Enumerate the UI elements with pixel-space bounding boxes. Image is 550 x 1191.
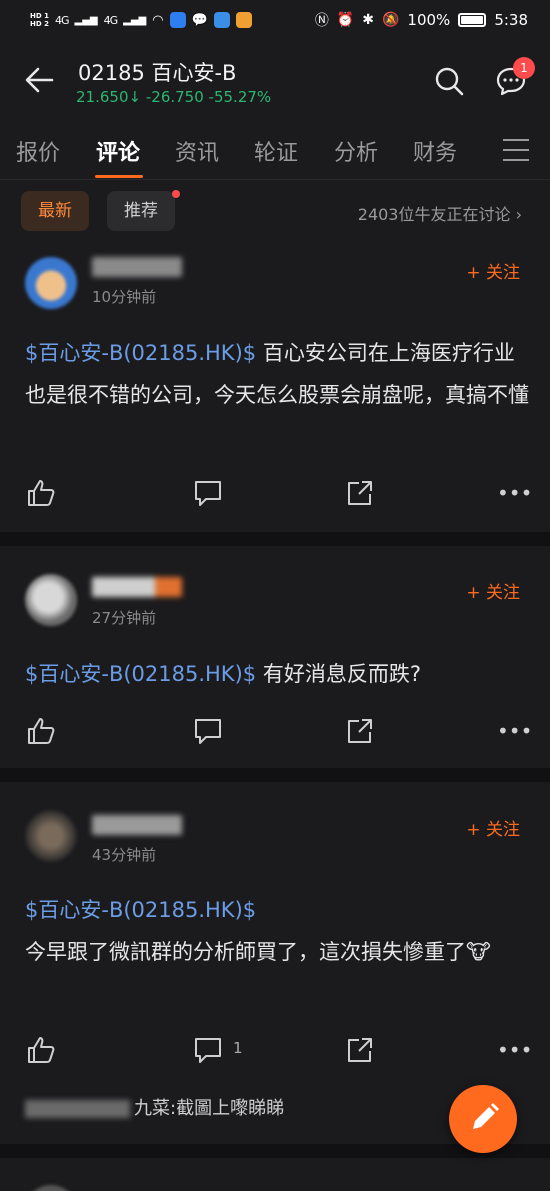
avatar[interactable] bbox=[25, 574, 77, 626]
hd-indicator: HD 1 HD 2 bbox=[30, 12, 49, 28]
filter-recommend-button[interactable]: 推荐 bbox=[107, 191, 175, 231]
post-body: $百心安-B(02185.HK)$ 今早跟了微訊群的分析師買了，這次損失慘重了🐮 bbox=[25, 889, 530, 973]
stock-tag-link[interactable]: $百心安-B(02185.HK)$ bbox=[25, 341, 256, 365]
post-actions: 1 ••• bbox=[0, 1035, 550, 1075]
mute-icon: 🔕 bbox=[381, 12, 400, 28]
hd2-label: HD 2 bbox=[30, 20, 49, 28]
battery-icon bbox=[458, 13, 487, 27]
nfc-icon: Ⓝ bbox=[314, 13, 329, 29]
username-blurred[interactable] bbox=[92, 577, 182, 597]
reply-preview[interactable]: 九菜:截圖上嚟睇睇 bbox=[25, 1094, 284, 1120]
post-actions: ••• bbox=[0, 716, 550, 756]
back-arrow-icon[interactable] bbox=[22, 62, 58, 98]
more-icon[interactable]: ••• bbox=[497, 1040, 532, 1075]
post-card: 27分钟前 + 关注 $百心安-B(02185.HK)$ 有好消息反而跌? ••… bbox=[0, 546, 550, 768]
discussion-count-link[interactable]: 2403位牛友正在讨论 › bbox=[358, 201, 522, 225]
tab-news[interactable]: 资讯 bbox=[175, 135, 219, 167]
signal-bars-icon: ▂▄▆ bbox=[123, 14, 147, 26]
wechat-icon: 💬 bbox=[191, 12, 208, 28]
tab-warrants[interactable]: 轮证 bbox=[254, 135, 298, 167]
comment-icon[interactable] bbox=[193, 478, 223, 508]
post-body: $百心安-B(02185.HK)$ 百心安公司在上海医疗行业也是很不错的公司，今… bbox=[25, 332, 530, 416]
username-blurred[interactable] bbox=[92, 257, 182, 277]
follow-button[interactable]: + 关注 bbox=[466, 815, 520, 840]
avatar[interactable] bbox=[25, 1185, 77, 1191]
stock-tag-link[interactable]: $百心安-B(02185.HK)$ bbox=[25, 889, 530, 931]
post-text: 今早跟了微訊群的分析師買了，這次損失慘重了 bbox=[25, 940, 466, 964]
post-separator bbox=[0, 532, 550, 546]
stock-tag-link[interactable]: $百心安-B(02185.HK)$ bbox=[25, 662, 256, 686]
more-icon[interactable]: ••• bbox=[497, 721, 532, 756]
reply-username: 九菜 bbox=[134, 1098, 170, 1119]
active-tab-indicator bbox=[95, 175, 143, 178]
chevron-right-icon: › bbox=[515, 205, 522, 224]
username-blurred[interactable] bbox=[92, 815, 182, 835]
share-icon[interactable] bbox=[345, 1035, 375, 1065]
post-separator bbox=[0, 768, 550, 782]
avatar[interactable] bbox=[25, 810, 77, 862]
alarm-icon: ⏰ bbox=[336, 12, 355, 28]
comment-count: 1 bbox=[233, 1039, 243, 1057]
status-left: HD 1 HD 2 4G ▂▄▆ 4G ▂▄▆ ◠ 💬 bbox=[30, 12, 252, 28]
stock-title: 02185 百心安-B bbox=[78, 61, 237, 85]
down-arrow-icon: ↓ bbox=[128, 88, 142, 106]
post-actions: ••• bbox=[0, 478, 550, 518]
filter-latest-button[interactable]: 最新 bbox=[21, 191, 89, 231]
bluetooth-icon: ✱ bbox=[362, 12, 374, 28]
post-text: 有好消息反而跌? bbox=[262, 662, 421, 686]
hd1-label: HD 1 bbox=[30, 12, 49, 20]
tab-analysis[interactable]: 分析 bbox=[334, 135, 378, 167]
avatar[interactable] bbox=[25, 257, 77, 309]
comment-icon[interactable] bbox=[193, 716, 223, 746]
compose-button[interactable] bbox=[449, 1085, 517, 1153]
post-body: $百心安-B(02185.HK)$ 有好消息反而跌? bbox=[25, 653, 530, 695]
message-badge: 1 bbox=[513, 57, 535, 79]
signal-bars-icon: ▂▄▆ bbox=[74, 14, 98, 26]
status-bar: HD 1 HD 2 4G ▂▄▆ 4G ▂▄▆ ◠ 💬 Ⓝ ⏰ ✱ 🔕 100%… bbox=[0, 0, 550, 40]
search-icon[interactable] bbox=[433, 65, 465, 97]
stock-change-pct: -55.27% bbox=[208, 88, 272, 106]
post-time: 10分钟前 bbox=[92, 288, 157, 306]
post-card-partial bbox=[0, 1158, 550, 1191]
tab-comments[interactable]: 评论 bbox=[96, 135, 140, 167]
battery-percent: 100% bbox=[407, 11, 451, 29]
stock-change: -26.750 bbox=[145, 88, 204, 106]
follow-button[interactable]: + 关注 bbox=[466, 578, 520, 603]
reply-username-blurred bbox=[25, 1100, 130, 1118]
signal-4g-2: 4G bbox=[103, 13, 118, 27]
tab-quote[interactable]: 报价 bbox=[16, 135, 60, 167]
filter-row: 最新 推荐 2403位牛友正在讨论 › bbox=[0, 180, 550, 245]
like-icon[interactable] bbox=[26, 478, 56, 508]
app-notification-icon bbox=[213, 12, 230, 28]
clock: 5:38 bbox=[494, 11, 528, 29]
crying-cow-emoji-icon: 🐮 bbox=[466, 940, 491, 964]
like-icon[interactable] bbox=[26, 716, 56, 746]
recommend-dot bbox=[172, 190, 180, 198]
reply-text: :截圖上嚟睇睇 bbox=[170, 1098, 285, 1119]
stock-quote: 21.650↓ -26.750 -55.27% bbox=[76, 88, 271, 106]
more-icon[interactable]: ••• bbox=[497, 483, 532, 518]
post-time: 27分钟前 bbox=[92, 609, 157, 627]
stock-price: 21.650 bbox=[76, 88, 129, 106]
shield-app-icon bbox=[169, 12, 186, 28]
like-icon[interactable] bbox=[26, 1035, 56, 1065]
menu-icon[interactable] bbox=[503, 139, 529, 161]
share-icon[interactable] bbox=[345, 478, 375, 508]
post-time: 43分钟前 bbox=[92, 846, 157, 864]
post-card: 10分钟前 + 关注 $百心安-B(02185.HK)$ 百心安公司在上海医疗行… bbox=[0, 245, 550, 532]
comment-icon[interactable] bbox=[193, 1035, 223, 1065]
follow-button[interactable]: + 关注 bbox=[466, 258, 520, 283]
wifi-icon: ◠ bbox=[152, 12, 164, 28]
tab-financials[interactable]: 财务 bbox=[413, 135, 457, 167]
app-notification-icon bbox=[235, 12, 252, 28]
discussion-count-label: 2403位牛友正在讨论 bbox=[357, 205, 511, 224]
signal-4g-1: 4G bbox=[54, 13, 69, 27]
share-icon[interactable] bbox=[345, 716, 375, 746]
status-right: Ⓝ ⏰ ✱ 🔕 100% 5:38 bbox=[315, 10, 528, 30]
stock-header: 02185 百心安-B 21.650↓ -26.750 -55.27% 1 bbox=[0, 40, 550, 125]
tab-bar: 报价 评论 资讯 轮证 分析 财务 bbox=[0, 125, 550, 180]
